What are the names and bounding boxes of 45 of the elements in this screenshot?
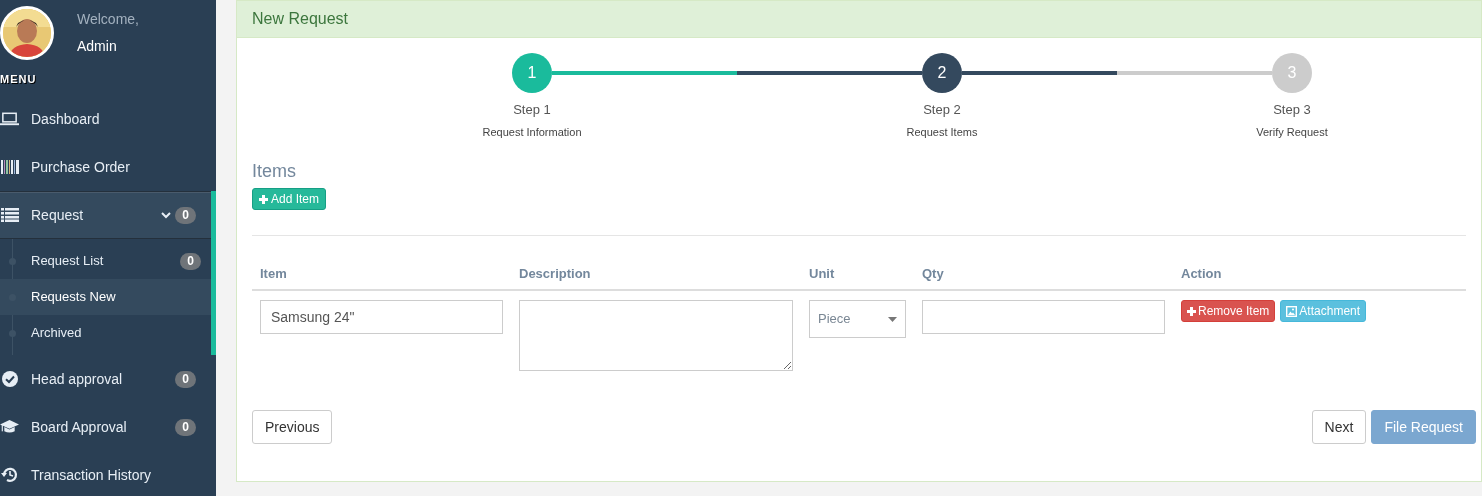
column-header: Qty	[922, 264, 945, 283]
user-name: Admin	[77, 37, 118, 56]
section-title: Items	[252, 160, 297, 180]
menu-item[interactable]: Transaction History	[0, 451, 211, 496]
description-field[interactable]	[519, 300, 793, 371]
count-badge: 0	[175, 370, 196, 388]
list-icon	[0, 208, 19, 222]
count-badge: 0	[175, 418, 196, 436]
menu-item[interactable]: Request 0	[0, 191, 211, 239]
unit-dropdown[interactable]: Piece	[809, 300, 906, 338]
history-icon	[0, 466, 19, 484]
panel-title: New Request	[252, 9, 349, 29]
graduation-cap-icon	[0, 419, 19, 435]
column-header: Description	[519, 264, 592, 283]
menu-item[interactable]: Board Approval 0	[0, 403, 211, 451]
remove-item-button[interactable]: Remove Item	[1181, 300, 1276, 322]
step-title: Step 1	[513, 101, 551, 119]
column-header: Item	[260, 264, 288, 283]
quantity-field[interactable]	[922, 300, 1165, 334]
submenu-item[interactable]: Request List 0	[0, 243, 211, 279]
step-subtitle: Request Information	[482, 124, 582, 140]
image-icon	[1286, 305, 1298, 317]
previous-button[interactable]: Previous	[252, 410, 333, 444]
menu-item[interactable]: Dashboard	[0, 95, 211, 143]
step-title: Step 2	[923, 101, 961, 119]
next-button[interactable]: Next	[1311, 410, 1367, 444]
step-subtitle: Request Items	[906, 124, 978, 140]
submenu-item[interactable]: Archived	[0, 315, 211, 351]
column-header: Unit	[809, 264, 836, 283]
count-badge: 0	[175, 206, 196, 224]
menu-label: MENU	[0, 72, 38, 87]
column-header: Action	[1181, 264, 1223, 283]
plus-icon	[259, 194, 268, 204]
menu-item[interactable]: Head approval 0	[0, 355, 211, 403]
laptop-icon	[0, 112, 19, 126]
count-badge: 0	[180, 252, 201, 270]
submenu-item[interactable]: Requests New	[0, 279, 211, 315]
step-title: Step 3	[1273, 101, 1311, 119]
step-subtitle: Verify Request	[1256, 124, 1328, 140]
menu-item[interactable]: Purchase Order	[0, 143, 211, 191]
item-field[interactable]: Samsung 24"	[260, 300, 503, 334]
caret-icon	[888, 316, 897, 322]
welcome-text: Welcome,	[77, 10, 139, 29]
barcode-icon	[0, 160, 19, 174]
plus-icon	[1187, 306, 1196, 316]
